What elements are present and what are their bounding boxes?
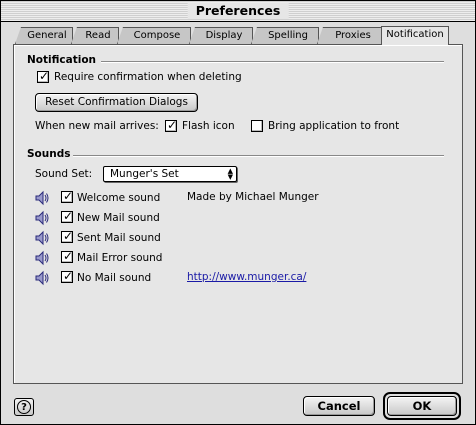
welcome-sound-label: Welcome sound — [77, 192, 161, 204]
tab-read[interactable]: Read — [71, 27, 119, 44]
checkmark-icon: ✓ — [63, 269, 74, 283]
question-mark-icon: ? — [17, 400, 31, 414]
speaker-icon[interactable] — [34, 270, 50, 286]
tab-general[interactable]: General — [15, 27, 73, 44]
checkmark-icon: ✓ — [167, 118, 178, 132]
sounds-heading: Sounds — [27, 148, 71, 160]
tab-notification[interactable]: Notification — [381, 26, 449, 45]
mail-error-sound-checkbox[interactable]: ✓ — [61, 249, 74, 263]
no-mail-sound-label: No Mail sound — [77, 272, 152, 284]
new-mail-label: When new mail arrives: — [35, 120, 159, 132]
speaker-icon[interactable] — [34, 210, 50, 226]
speaker-icon[interactable] — [34, 230, 50, 246]
cancel-button[interactable]: Cancel — [303, 396, 375, 416]
sent-mail-sound-checkbox[interactable]: ✓ — [61, 229, 74, 243]
require-confirmation-label: Require confirmation when deleting — [54, 71, 242, 83]
flash-icon-checkbox[interactable]: ✓ — [165, 118, 178, 132]
new-mail-sound-checkbox[interactable]: ✓ — [61, 209, 74, 223]
sounds-divider — [73, 155, 444, 157]
checkmark-icon: ✓ — [63, 249, 74, 263]
tab-spelling[interactable]: Spelling — [251, 27, 319, 44]
preferences-window: Preferences General Read Compose Display… — [0, 0, 476, 425]
notification-divider — [101, 61, 444, 63]
notification-heading: Notification — [27, 54, 97, 66]
sound-set-value: Munger's Set — [110, 168, 179, 180]
no-mail-sound-checkbox[interactable]: ✓ — [61, 269, 74, 283]
checkmark-icon: ✓ — [39, 69, 50, 83]
reset-confirmation-dialogs-button[interactable]: Reset Confirmation Dialogs — [35, 93, 198, 112]
sent-mail-sound-label: Sent Mail sound — [77, 232, 161, 244]
sound-set-select[interactable]: Munger's Set ▲ ▼ — [103, 166, 237, 182]
tab-compose[interactable]: Compose — [117, 27, 191, 44]
stepper-arrows-icon: ▲ ▼ — [227, 167, 233, 181]
checkmark-icon: ✓ — [63, 209, 74, 223]
window-title: Preferences — [187, 3, 289, 19]
flash-icon-label: Flash icon — [182, 120, 235, 132]
tab-display[interactable]: Display — [189, 27, 253, 44]
sound-set-url-link[interactable]: http://www.munger.ca/ — [187, 271, 306, 283]
sound-set-label: Sound Set: — [35, 168, 93, 180]
ok-button[interactable]: OK — [387, 396, 457, 416]
sound-set-credit: Made by Michael Munger — [187, 191, 319, 203]
speaker-icon[interactable] — [34, 190, 50, 206]
help-button[interactable]: ? — [14, 398, 34, 416]
mail-error-sound-label: Mail Error sound — [77, 252, 163, 264]
tab-proxies[interactable]: Proxies — [317, 27, 383, 44]
new-mail-sound-label: New Mail sound — [77, 212, 160, 224]
require-confirmation-checkbox[interactable]: ✓ — [37, 69, 50, 83]
speaker-icon[interactable] — [34, 250, 50, 266]
welcome-sound-checkbox[interactable]: ✓ — [61, 189, 74, 203]
bring-to-front-label: Bring application to front — [268, 120, 400, 132]
title-bar[interactable]: Preferences — [1, 1, 475, 22]
checkmark-icon: ✓ — [63, 189, 74, 203]
bring-to-front-checkbox[interactable] — [251, 120, 263, 132]
checkmark-icon: ✓ — [63, 229, 74, 243]
